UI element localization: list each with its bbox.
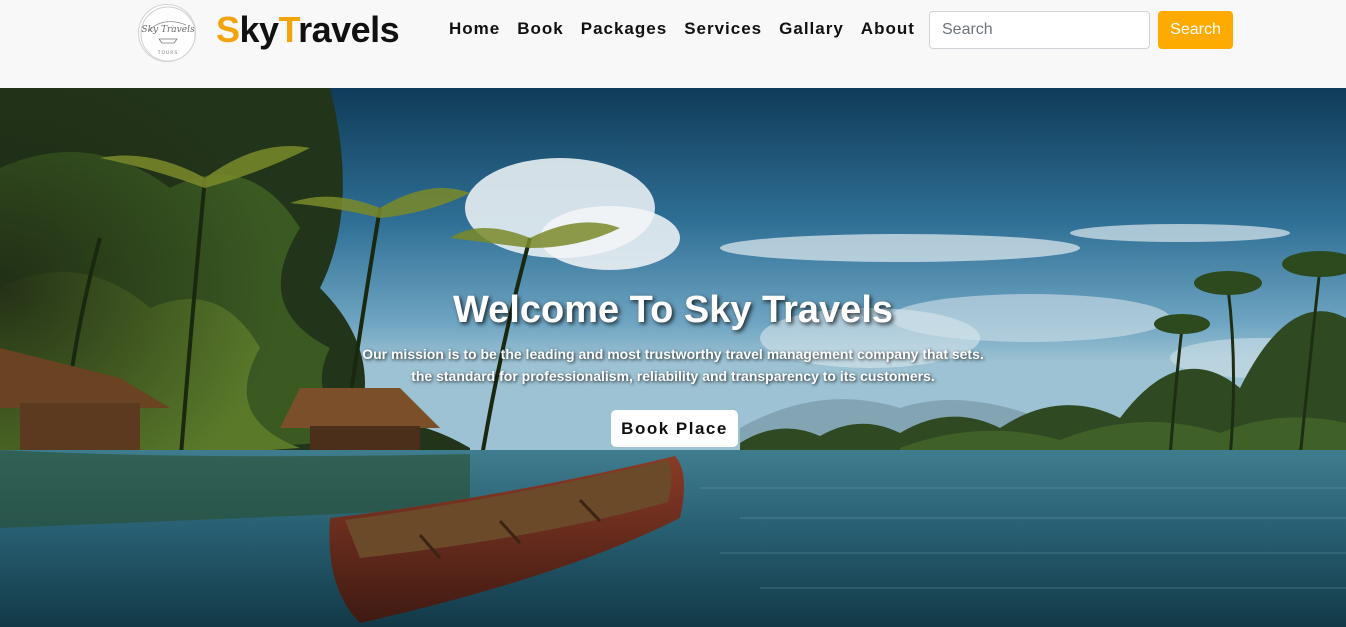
hero-section: Welcome To Sky Travels Our mission is to… <box>0 88 1346 627</box>
search-button[interactable]: Search <box>1158 11 1233 49</box>
brand-name-ky: ky <box>239 9 280 50</box>
brand-name-ravels: ravels <box>298 9 400 50</box>
nav-link-gallary[interactable]: Gallary <box>779 19 844 39</box>
search-input[interactable] <box>929 11 1150 49</box>
svg-text:TOURS: TOURS <box>157 50 179 56</box>
brand-logo[interactable]: Sky Travels TOURS <box>138 4 196 62</box>
svg-text:Sky Travels: Sky Travels <box>141 25 195 35</box>
hero-description-line-1: Our mission is to be the leading and mos… <box>362 346 984 362</box>
nav-link-home[interactable]: Home <box>449 19 500 39</box>
book-place-button[interactable]: Book Place <box>611 410 738 447</box>
nav-link-book[interactable]: Book <box>517 19 564 39</box>
nav-link-services[interactable]: Services <box>684 19 762 39</box>
nav-link-about[interactable]: About <box>861 19 915 39</box>
brand-name[interactable]: SkyTravels <box>216 8 400 52</box>
nav-menu: Home Book Packages Services Gallary Abou… <box>449 19 915 39</box>
brand-name-s: S <box>216 9 240 50</box>
hero-description: Our mission is to be the leading and mos… <box>0 343 1346 387</box>
nav-link-packages[interactable]: Packages <box>581 19 667 39</box>
hero-title: Welcome To Sky Travels <box>452 289 894 331</box>
logo-emblem-icon: Sky Travels TOURS <box>140 6 195 61</box>
brand-name-t: T <box>278 9 299 50</box>
navbar: Sky Travels TOURS SkyTravels Home Book P… <box>0 0 1346 88</box>
hero-description-line-2: the standard for professionalism, reliab… <box>411 368 935 384</box>
